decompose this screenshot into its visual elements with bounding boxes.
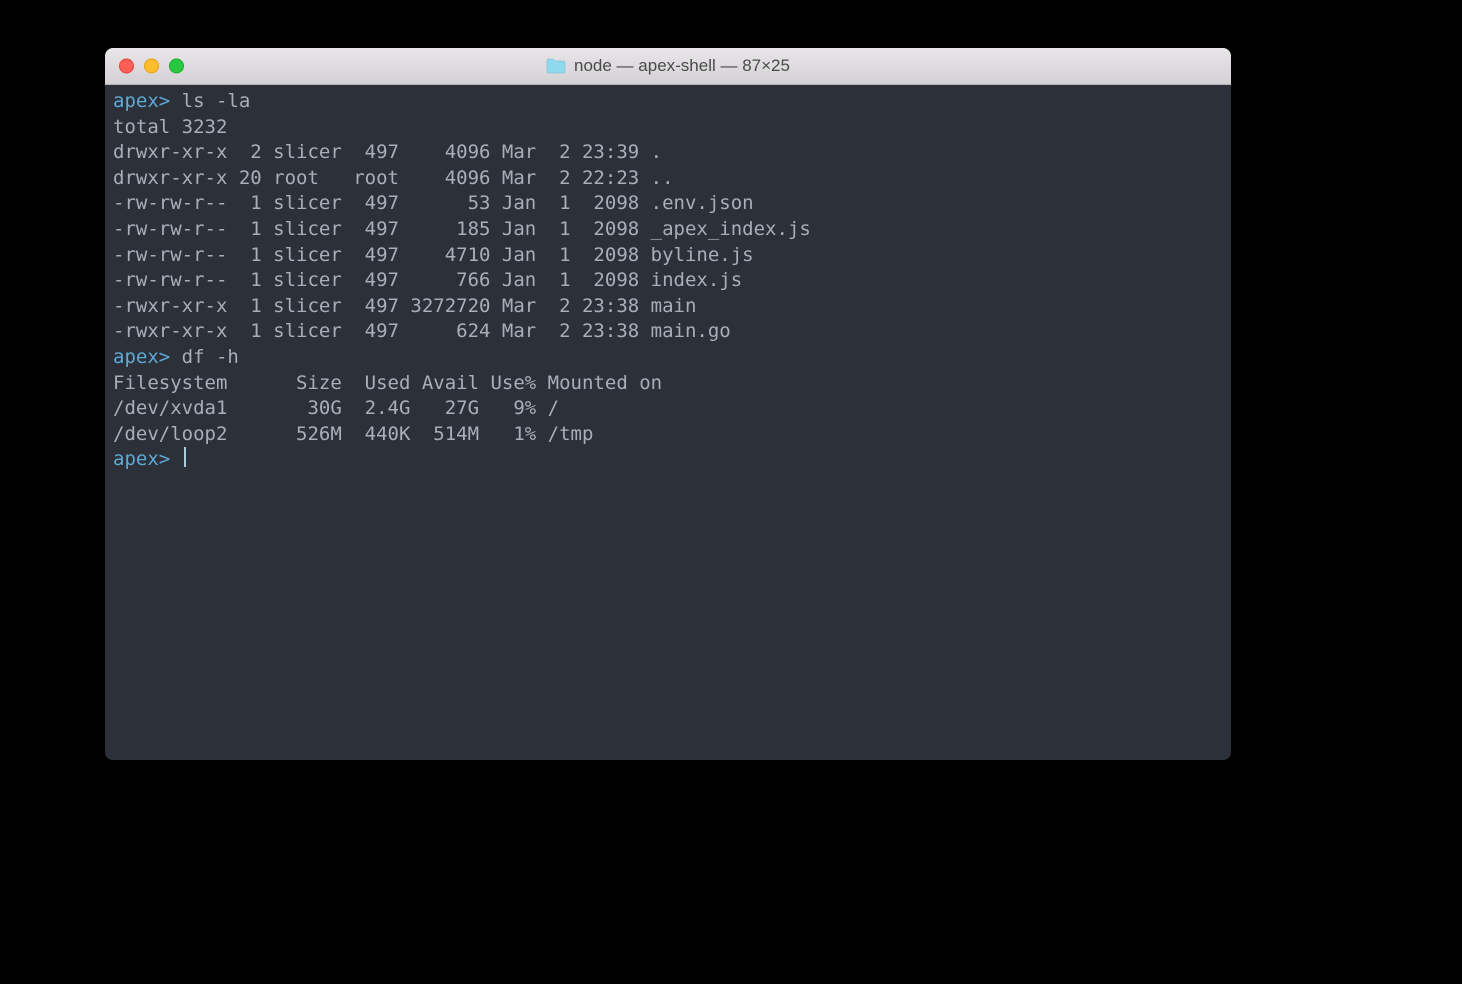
prompt: apex> — [113, 448, 170, 470]
titlebar[interactable]: node — apex-shell — 87×25 — [105, 48, 1231, 85]
command-text: ls -la — [170, 90, 250, 112]
output-line: -rw-rw-r-- 1 slicer 497 4710 Jan 1 2098 … — [113, 243, 1223, 269]
prompt: apex> — [113, 346, 170, 368]
command-text: df -h — [170, 346, 239, 368]
folder-icon — [546, 58, 566, 74]
output-line: -rwxr-xr-x 1 slicer 497 624 Mar 2 23:38 … — [113, 319, 1223, 345]
zoom-button[interactable] — [169, 59, 184, 74]
window-title-container: node — apex-shell — 87×25 — [546, 56, 790, 76]
window-title: node — apex-shell — 87×25 — [574, 56, 790, 76]
output-line: /dev/xvda1 30G 2.4G 27G 9% / — [113, 396, 1223, 422]
terminal-window: node — apex-shell — 87×25 apex> ls -lato… — [105, 48, 1231, 760]
cursor — [184, 447, 186, 467]
output-line: -rw-rw-r-- 1 slicer 497 766 Jan 1 2098 i… — [113, 268, 1223, 294]
output-line: total 3232 — [113, 115, 1223, 141]
terminal-line: apex> df -h — [113, 345, 1223, 371]
terminal-body[interactable]: apex> ls -latotal 3232drwxr-xr-x 2 slice… — [105, 85, 1231, 760]
output-line: -rwxr-xr-x 1 slicer 497 3272720 Mar 2 23… — [113, 294, 1223, 320]
output-line: drwxr-xr-x 20 root root 4096 Mar 2 22:23… — [113, 166, 1223, 192]
output-line: -rw-rw-r-- 1 slicer 497 53 Jan 1 2098 .e… — [113, 191, 1223, 217]
output-line: Filesystem Size Used Avail Use% Mounted … — [113, 371, 1223, 397]
close-button[interactable] — [119, 59, 134, 74]
prompt: apex> — [113, 90, 170, 112]
minimize-button[interactable] — [144, 59, 159, 74]
terminal-line: apex> ls -la — [113, 89, 1223, 115]
output-line: /dev/loop2 526M 440K 514M 1% /tmp — [113, 422, 1223, 448]
output-line: drwxr-xr-x 2 slicer 497 4096 Mar 2 23:39… — [113, 140, 1223, 166]
output-line: -rw-rw-r-- 1 slicer 497 185 Jan 1 2098 _… — [113, 217, 1223, 243]
terminal-line: apex> — [113, 447, 1223, 473]
traffic-lights — [119, 59, 184, 74]
